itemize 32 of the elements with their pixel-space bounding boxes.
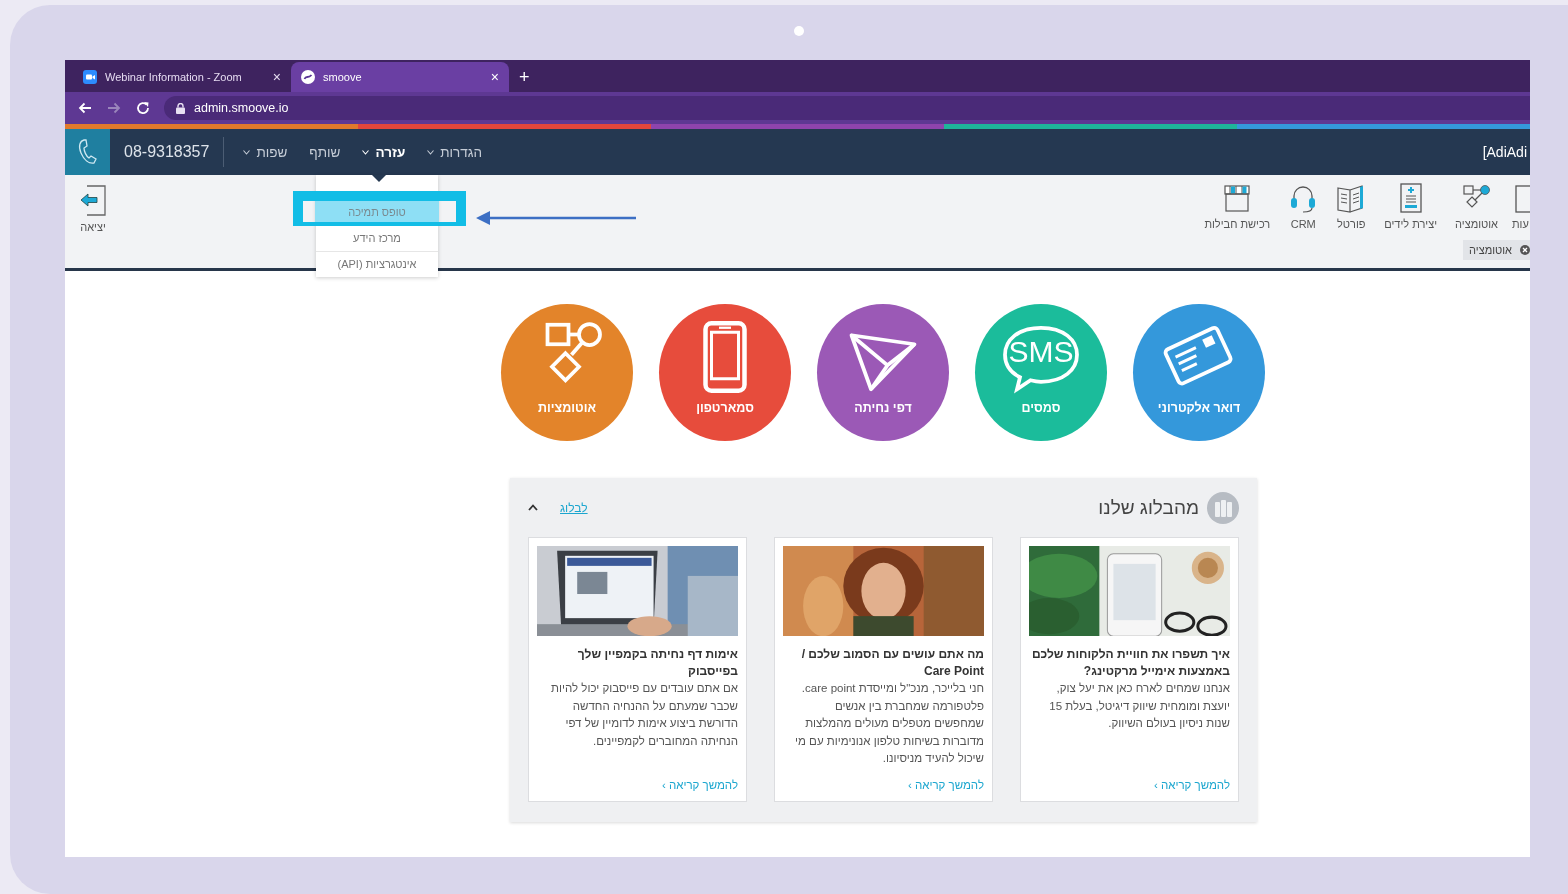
user-name: [AdiAdi <box>1482 144 1527 160</box>
post-title: אימות דף נחיתה בקמפיין שלך בפייסבוק <box>576 646 738 680</box>
nav-menu-item[interactable]: הגדרות <box>416 144 494 160</box>
post-excerpt: חני בלייכר, מנכ"ל ומייסדת care point. פלטפורמה שמחברת בין אנשים שמחפשים מטפלים מעולים מהמלצות מדוברות בשיחות טלפון אנונימיות עם מי שיכול להעיד מניסיונו. <box>794 681 984 766</box>
toolbar-button[interactable]: CRM <box>1284 183 1323 230</box>
dropdown-item[interactable]: אינטגרציות (API) <box>316 251 438 277</box>
toolbar-button[interactable]: יצירת לידים <box>1380 183 1442 230</box>
nav-menu-item[interactable]: עזרה <box>351 144 417 160</box>
exit-button[interactable]: יציאה <box>79 185 107 241</box>
address-field[interactable]: admin.smoove.io <box>164 96 1530 120</box>
post-title: איך תשפרו את חוויית הלקוחות שלכם באמצעות אימייל מרקטינג? <box>1030 646 1230 680</box>
toolbar-button[interactable]: עות <box>1512 183 1530 230</box>
channel-button[interactable]: דפי נחיתה <box>817 304 949 441</box>
close-tab-button[interactable]: × <box>272 69 281 85</box>
filter-tag[interactable]: אוטומציה <box>1463 240 1530 260</box>
dropdown-item[interactable]: מרכז הידע <box>316 225 438 251</box>
post-excerpt: אם אתם עובדים עם פייסבוק יכול להיות שכבר שמעתם על ההנחיה החדשה הדורשת ביצוע אימות לדומיין של דפי הנחיתה המחוברים לקמפיינים. <box>550 681 738 749</box>
new-tab-button[interactable]: + <box>519 67 530 88</box>
post-excerpt: אנחנו שמחים לארח כאן את יעל צוק, יועצת ומומחית שיווק דיגיטל, בעלת 15 שנות ניסיון בעולם השיווק. <box>1048 681 1230 731</box>
toolbar-button[interactable]: אוטומציה <box>1451 183 1502 230</box>
nav-menu-item[interactable]: שפות <box>232 144 299 160</box>
post-title: מה אתם עושים עם הסמוב שלכם / Care Point <box>800 646 984 680</box>
channel-button[interactable]: סמארטפון <box>659 304 791 441</box>
blog-title: מהבלוג שלנו <box>1098 496 1199 519</box>
browser-tab[interactable]: smoove × <box>291 62 509 92</box>
toolbar-button[interactable]: רכישת חבילות <box>1200 183 1275 230</box>
toolbar-button[interactable]: פורטל <box>1332 183 1371 230</box>
sms-text: SMS <box>1008 337 1074 367</box>
close-tab-button[interactable]: × <box>490 69 499 85</box>
nav-menu-item[interactable]: שותף <box>298 144 352 160</box>
phone-number: 08-9318357 <box>124 143 210 161</box>
browser-tab[interactable]: Webinar Information - Zoom × <box>73 62 291 92</box>
